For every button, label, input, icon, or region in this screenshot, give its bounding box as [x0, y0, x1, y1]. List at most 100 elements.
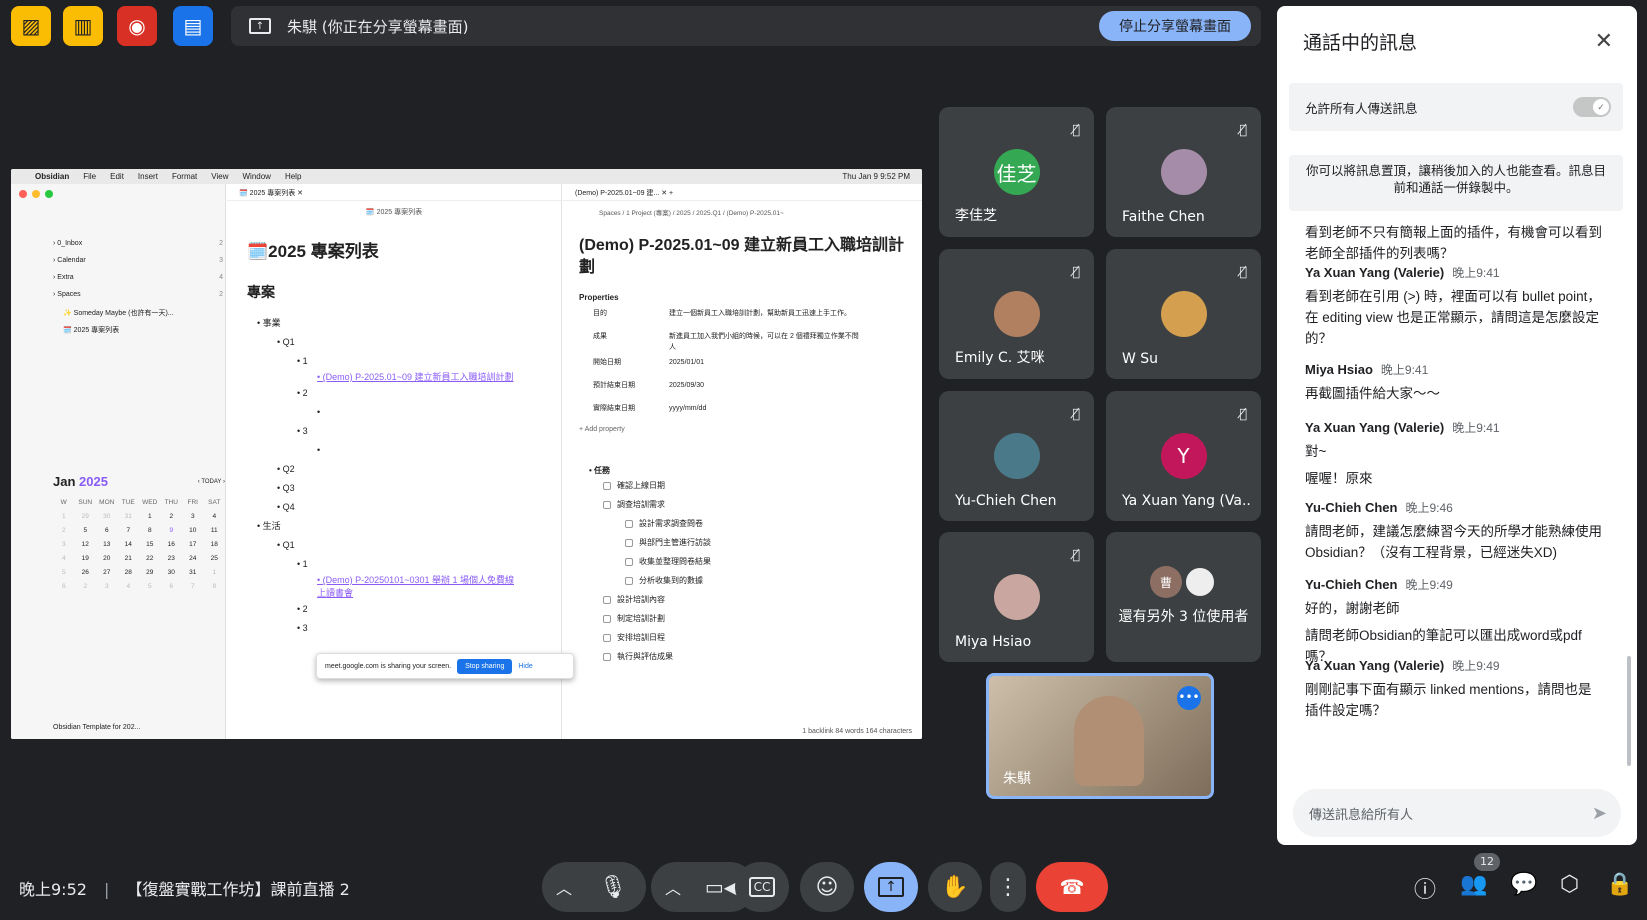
calendar-date[interactable]: 24 — [182, 555, 204, 562]
tab-right[interactable]: (Demo) P-2025.01~09 建... ✕ + — [563, 184, 922, 201]
calendar-date[interactable]: 16 — [161, 541, 183, 548]
calendar-date[interactable]: 23 — [161, 555, 183, 562]
calendar-date[interactable]: 12 — [75, 541, 97, 548]
calendar-date[interactable]: 29 — [139, 569, 161, 576]
participant-tile[interactable]: 🎙̸ 佳芝 李佳芝 — [939, 107, 1094, 237]
close-icon[interactable]: ✕ — [1595, 28, 1613, 54]
send-icon[interactable]: ➤ — [1592, 803, 1607, 824]
present-button[interactable]: ↑ — [864, 862, 918, 912]
chrome-stop-sharing-button[interactable]: Stop sharing — [457, 658, 513, 674]
participant-tile[interactable]: 🎙̸ Y Ya Xuan Yang (Va... — [1106, 391, 1261, 521]
participant-tile[interactable]: 🎙̸ W Su — [1106, 249, 1261, 379]
calendar-date[interactable]: 3 — [182, 513, 204, 520]
chat-icon[interactable]: 💬 — [1510, 872, 1537, 897]
task-item[interactable]: 調查培訓需求 — [603, 495, 906, 514]
participant-tile[interactable]: 🎙̸ Yu-Chieh Chen — [939, 391, 1094, 521]
calendar-date[interactable]: 15 — [139, 541, 161, 548]
vault-name[interactable]: Obsidian Template for 202... — [53, 724, 140, 731]
recording-button[interactable]: ◉ — [117, 6, 157, 46]
calendar-date[interactable]: 13 — [96, 541, 118, 548]
info-icon[interactable]: ⓘ — [1414, 872, 1436, 904]
calendar-date[interactable]: 10 — [182, 527, 204, 534]
chrome-hide-button[interactable]: Hide — [518, 663, 532, 670]
calendar-date[interactable]: 11 — [204, 527, 226, 534]
self-video-tile[interactable]: ••• 朱騏 — [986, 673, 1214, 799]
calendar-date[interactable]: 30 — [161, 569, 183, 576]
calendar-date[interactable]: 6 — [96, 527, 118, 534]
calendar-date[interactable]: 26 — [75, 569, 97, 576]
task-item[interactable]: 設計培訓內容 — [603, 590, 906, 609]
stop-sharing-button[interactable]: 停止分享螢幕畫面 — [1099, 11, 1251, 41]
audio-options-chevron-icon[interactable]: ︿ — [542, 875, 586, 899]
people-icon[interactable]: 👥 — [1460, 872, 1487, 897]
folder-item[interactable]: › 0_Inbox 2 — [53, 240, 223, 257]
task-item[interactable]: 確認上線日期 — [603, 476, 906, 495]
task-item[interactable]: 收集並整理問卷結果 — [603, 552, 906, 571]
layout-button[interactable]: ▥ — [63, 6, 103, 46]
calendar-date[interactable]: 7 — [182, 583, 204, 590]
chat-scrollbar[interactable] — [1627, 656, 1631, 766]
task-item[interactable]: 設計需求調查問卷 — [603, 514, 906, 533]
calendar-date[interactable]: 29 — [75, 513, 97, 520]
property-row[interactable]: 開始日期 2025/01/01 — [579, 357, 906, 376]
calendar-date[interactable]: 17 — [182, 541, 204, 548]
property-row[interactable]: 成果 新進員工加入我們小組的時候，可以在 2 個禮拜獨立作業不問人 — [579, 331, 906, 353]
visual-effects-button[interactable]: ▨ — [11, 6, 51, 46]
video-options-chevron-icon[interactable]: ︿ — [651, 875, 695, 899]
calendar-nav[interactable]: ‹ TODAY › — [198, 479, 225, 485]
raise-hand-button[interactable]: ✋ — [928, 862, 982, 912]
calendar-date[interactable]: 8 — [139, 527, 161, 534]
transcript-button[interactable]: ▤ — [173, 6, 213, 46]
task-item[interactable]: 安排培訓日程 — [603, 628, 906, 647]
task-item[interactable]: 執行與評估成果 — [603, 647, 906, 666]
participant-tile[interactable]: 曹還有另外 3 位使用者 — [1106, 532, 1261, 662]
calendar-date[interactable]: 25 — [204, 555, 226, 562]
tab-left[interactable]: 🗓️ 2025 專案列表 ✕ — [227, 184, 561, 201]
add-property-button[interactable]: + Add property — [579, 426, 906, 433]
calendar-date[interactable]: 31 — [182, 569, 204, 576]
file-item[interactable]: 🗓️ 2025 專案列表 — [53, 325, 223, 342]
chat-input[interactable]: 傳送訊息給所有人 ➤ — [1293, 789, 1621, 837]
calendar-date[interactable]: 3 — [96, 583, 118, 590]
task-item[interactable]: 分析收集到的數據 — [603, 571, 906, 590]
host-controls-icon[interactable]: 🔒 — [1606, 872, 1633, 897]
calendar-date[interactable]: 1 — [139, 513, 161, 520]
property-row[interactable]: 目的 建立一個新員工入職培訓計劃，幫助新員工迅速上手工作。 — [579, 308, 906, 327]
property-row[interactable]: 實際結束日期 yyyy/mm/dd — [579, 403, 906, 422]
leave-call-button[interactable]: ☎ — [1036, 862, 1108, 912]
activities-icon[interactable]: ⬡ — [1560, 872, 1579, 897]
more-options-button[interactable]: ⋮ — [990, 862, 1026, 912]
calendar-date[interactable]: 28 — [118, 569, 140, 576]
participant-tile[interactable]: 🎙̸ Emily C. 艾咪 — [939, 249, 1094, 379]
task-item[interactable]: 制定培訓計劃 — [603, 609, 906, 628]
calendar-date[interactable]: 5 — [139, 583, 161, 590]
calendar-date[interactable]: 6 — [161, 583, 183, 590]
calendar-date[interactable]: 5 — [75, 527, 97, 534]
folder-item[interactable]: › Extra 4 — [53, 274, 223, 291]
calendar-date[interactable]: 9 — [161, 527, 183, 534]
calendar-date[interactable]: 27 — [96, 569, 118, 576]
property-row[interactable]: 預計結束日期 2025/09/30 — [579, 380, 906, 399]
calendar-date[interactable]: 18 — [204, 541, 226, 548]
captions-button[interactable]: CC — [735, 862, 789, 912]
calendar-date[interactable]: 14 — [118, 541, 140, 548]
folder-item[interactable]: › Calendar 3 — [53, 257, 223, 274]
participant-tile[interactable]: 🎙̸ Faithe Chen — [1106, 107, 1261, 237]
calendar-date[interactable]: 31 — [118, 513, 140, 520]
note-link[interactable]: • (Demo) P-20250101~0301 舉辦 1 場個人免費線上讀書會 — [247, 574, 517, 600]
calendar-date[interactable]: 4 — [204, 513, 226, 520]
note-link[interactable]: • (Demo) P-2025.01~09 建立新員工入職培訓計劃 — [247, 371, 517, 384]
folder-item[interactable]: › Spaces 2 — [53, 291, 223, 308]
calendar-date[interactable]: 8 — [204, 583, 226, 590]
calendar-date[interactable]: 20 — [96, 555, 118, 562]
calendar-date[interactable]: 7 — [118, 527, 140, 534]
calendar-date[interactable]: 2 — [161, 513, 183, 520]
reactions-button[interactable]: ☺ — [800, 862, 854, 912]
calendar-date[interactable]: 22 — [139, 555, 161, 562]
participant-tile[interactable]: 🎙̸ Miya Hsiao — [939, 532, 1094, 662]
calendar-date[interactable]: 4 — [118, 583, 140, 590]
calendar-date[interactable]: 30 — [96, 513, 118, 520]
task-item[interactable]: 與部門主管進行訪談 — [603, 533, 906, 552]
more-options-icon[interactable]: ••• — [1177, 686, 1201, 710]
file-item[interactable]: ✨ Someday Maybe (也許有一天)... — [53, 308, 223, 325]
